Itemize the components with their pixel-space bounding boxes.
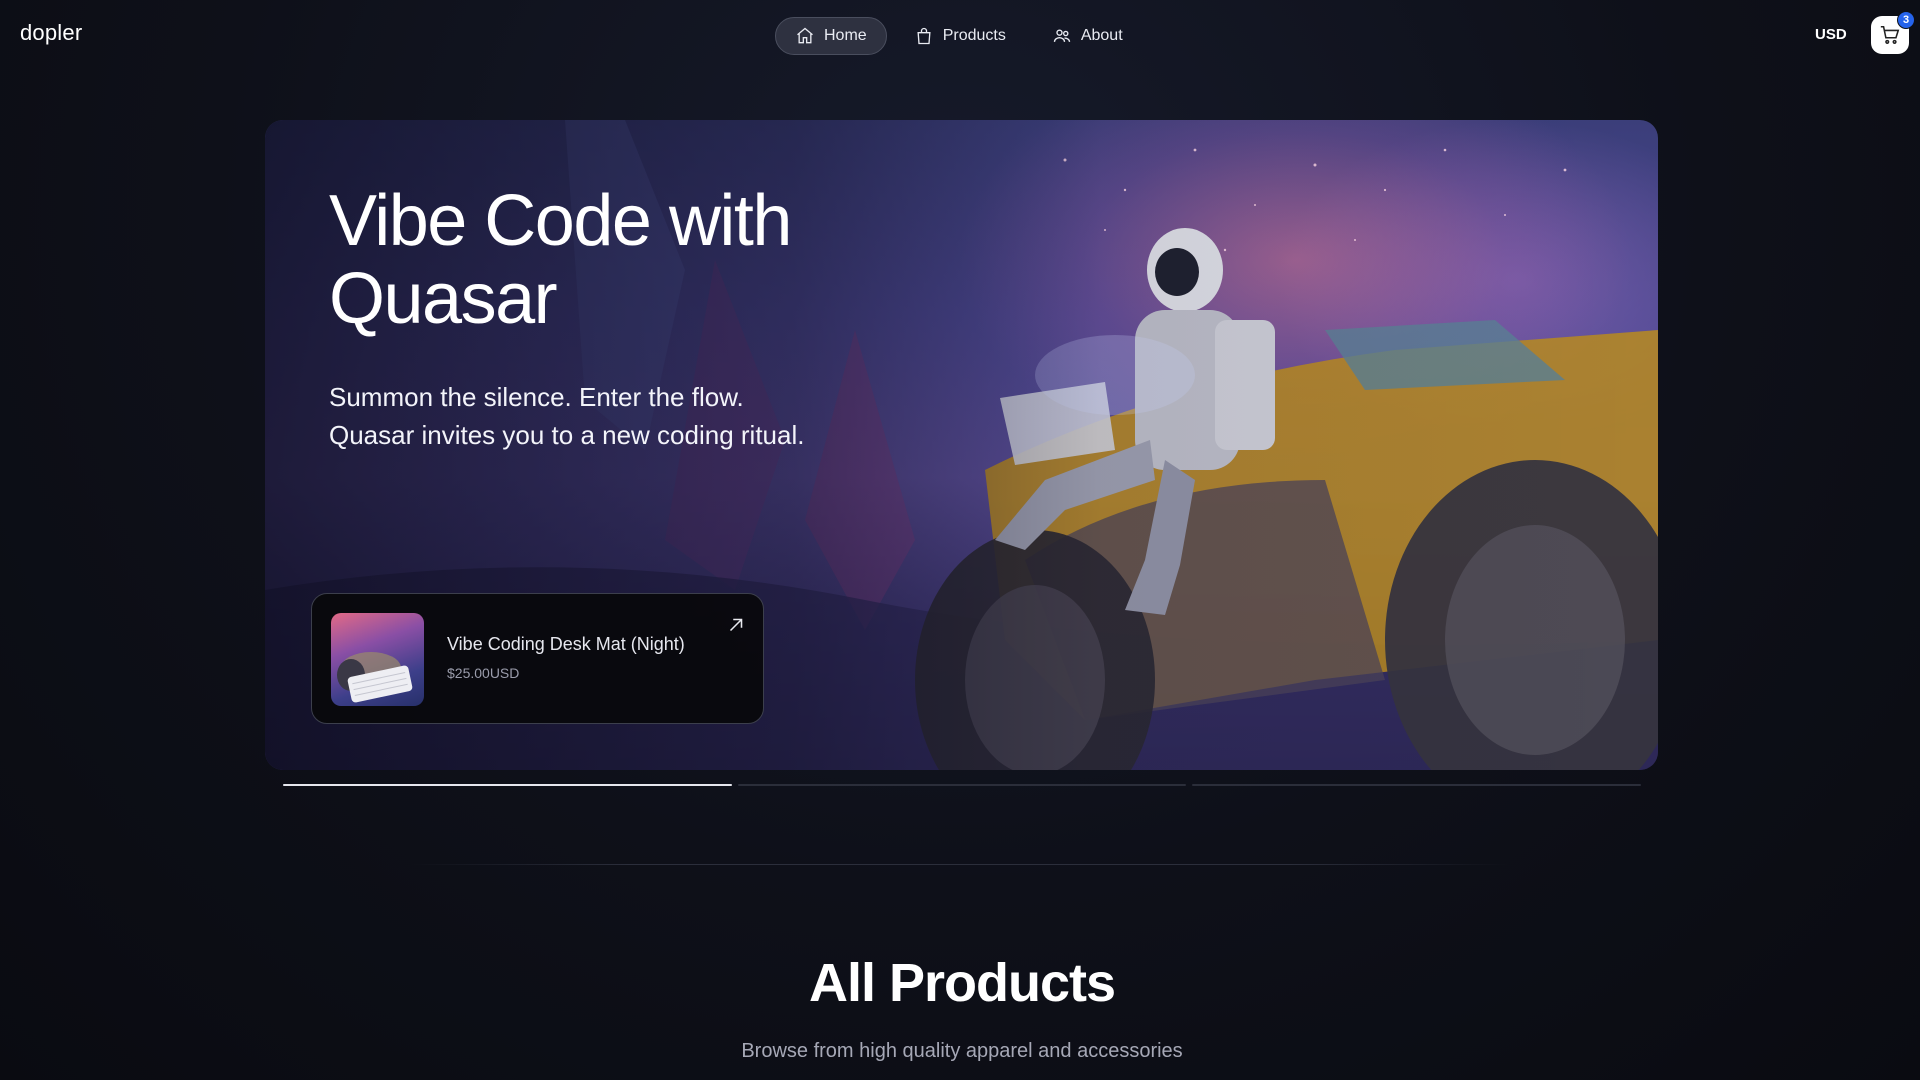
nav-home[interactable]: Home	[775, 17, 887, 55]
logo[interactable]: dopler	[20, 20, 82, 46]
featured-product-name: Vibe Coding Desk Mat (Night)	[447, 634, 685, 654]
cart-button[interactable]: 3	[1871, 11, 1915, 54]
all-products-subtitle: Browse from high quality apparel and acc…	[741, 1040, 1183, 1062]
site-header: dopler Home Products About USD 3	[0, 0, 1920, 72]
slide-indicator-2[interactable]	[737, 784, 1187, 786]
arrow-up-right-icon[interactable]	[725, 614, 747, 636]
cart-count-badge: 3	[1897, 11, 1915, 29]
main-nav: Home Products About	[775, 17, 1142, 55]
featured-product-card[interactable]: Vibe Coding Desk Mat (Night) $25.00USD	[311, 593, 764, 724]
hero-slide-progress	[283, 784, 1642, 787]
section-divider	[410, 864, 1510, 865]
nav-about-label: About	[1080, 27, 1123, 44]
nav-about[interactable]: About	[1033, 17, 1142, 55]
hero-banner[interactable]: Vibe Code with Quasar Summon the silence…	[265, 120, 1658, 770]
all-products-title: All Products	[808, 953, 1116, 1013]
hero-subtitle: Summon the silence. Enter the flow. Quas…	[329, 378, 969, 454]
nav-products[interactable]: Products	[895, 17, 1025, 55]
featured-product-image	[331, 613, 424, 706]
home-icon	[797, 27, 813, 44]
slide-indicator-1[interactable]	[283, 784, 732, 786]
hero-subtitle-line-1: Summon the silence. Enter the flow.	[329, 382, 744, 412]
hero-subtitle-line-2: Quasar invites you to a new coding ritua…	[329, 420, 805, 450]
users-icon	[1053, 29, 1070, 42]
hero-title: Vibe Code with Quasar	[329, 181, 792, 339]
desk-mat-thumbnail	[337, 652, 413, 703]
slide-indicator-1-fill	[283, 784, 732, 786]
cart-icon	[1880, 25, 1900, 44]
currency-selector[interactable]: USD	[1815, 26, 1847, 43]
shopping-bag-icon	[917, 27, 931, 45]
featured-product-price: $25.00USD	[447, 665, 520, 681]
nav-products-label: Products	[942, 27, 1006, 44]
slide-indicator-3[interactable]	[1192, 784, 1642, 786]
nav-home-label: Home	[824, 27, 867, 44]
